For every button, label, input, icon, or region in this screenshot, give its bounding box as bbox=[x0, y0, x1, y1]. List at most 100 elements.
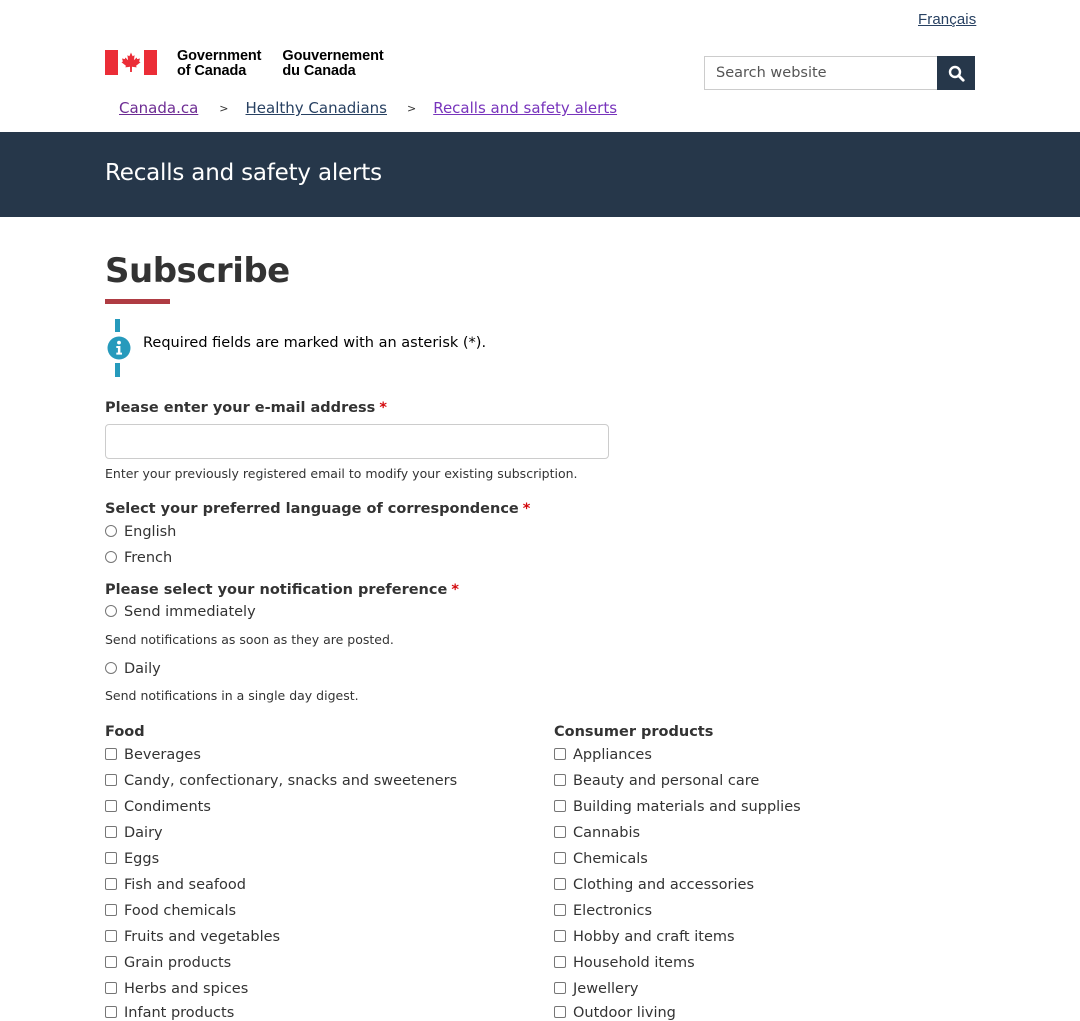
consumer-checkbox-item[interactable]: Chemicals bbox=[554, 851, 648, 867]
consumer-checkbox-item[interactable]: Appliances bbox=[554, 747, 652, 763]
section-banner: Recalls and safety alerts bbox=[0, 132, 1080, 217]
consumer-checkbox-item[interactable]: Hobby and craft items bbox=[554, 929, 735, 945]
checkbox[interactable] bbox=[554, 982, 566, 994]
radio-button[interactable] bbox=[105, 662, 117, 674]
breadcrumb-link-recalls[interactable]: Recalls and safety alerts bbox=[433, 99, 617, 117]
consumer-checkbox-item[interactable]: Building materials and supplies bbox=[554, 799, 801, 815]
banner-title: Recalls and safety alerts bbox=[105, 160, 382, 186]
checkbox[interactable] bbox=[554, 800, 566, 812]
radio-button[interactable] bbox=[105, 605, 117, 617]
checkbox-label: Herbs and spices bbox=[124, 981, 249, 997]
checkbox[interactable] bbox=[105, 1006, 117, 1018]
food-checkbox-item[interactable]: Fruits and vegetables bbox=[105, 929, 280, 945]
brand-text-french: Gouvernement du Canada bbox=[282, 49, 383, 78]
email-help-text: Enter your previously registered email t… bbox=[105, 466, 578, 481]
option-label: English bbox=[124, 524, 177, 540]
checkbox[interactable] bbox=[105, 748, 117, 760]
checkbox[interactable] bbox=[554, 1006, 566, 1018]
checkbox-label: Clothing and accessories bbox=[573, 877, 755, 893]
notification-label-text: Please select your notification preferen… bbox=[105, 582, 448, 598]
checkbox[interactable] bbox=[105, 930, 117, 942]
language-option-english[interactable]: English bbox=[105, 524, 176, 540]
consumer-checkbox-item[interactable]: Beauty and personal care bbox=[554, 773, 759, 789]
checkbox[interactable] bbox=[105, 852, 117, 864]
page-title: Subscribe bbox=[105, 251, 290, 291]
notification-option-daily[interactable]: Daily bbox=[105, 661, 161, 677]
checkbox-label: Grain products bbox=[124, 955, 232, 971]
breadcrumb-link-healthy-canadians[interactable]: Healthy Canadians bbox=[246, 99, 387, 117]
language-label: Select your preferred language of corres… bbox=[105, 501, 530, 517]
brand-en-line2: of Canada bbox=[177, 62, 247, 79]
checkbox[interactable] bbox=[554, 748, 566, 760]
checkbox-label: Building materials and supplies bbox=[573, 799, 801, 815]
checkbox-label: Eggs bbox=[124, 851, 160, 867]
food-checkbox-item[interactable]: Condiments bbox=[105, 799, 211, 815]
brand-fr-line2: du Canada bbox=[282, 62, 356, 79]
checkbox-label: Cannabis bbox=[573, 825, 641, 841]
consumer-checkbox-item[interactable]: Outdoor living bbox=[554, 1005, 676, 1021]
search-icon bbox=[948, 65, 965, 82]
checkbox[interactable] bbox=[554, 904, 566, 916]
info-message: Required fields are marked with an aster… bbox=[143, 335, 487, 351]
food-checkbox-item[interactable]: Eggs bbox=[105, 851, 159, 867]
checkbox[interactable] bbox=[105, 800, 117, 812]
checkbox-label: Condiments bbox=[124, 799, 211, 815]
food-heading: Food bbox=[105, 724, 145, 740]
food-checkbox-item[interactable]: Herbs and spices bbox=[105, 981, 248, 997]
brand-en-line1: Government bbox=[177, 48, 262, 64]
required-mark: * bbox=[451, 582, 459, 598]
food-checkbox-item[interactable]: Dairy bbox=[105, 825, 163, 841]
consumer-checkbox-item[interactable]: Jewellery bbox=[554, 981, 639, 997]
checkbox[interactable] bbox=[105, 904, 117, 916]
checkbox[interactable] bbox=[554, 956, 566, 968]
email-label-text: Please enter your e-mail address bbox=[105, 400, 376, 416]
search-button[interactable] bbox=[937, 56, 975, 90]
checkbox-label: Appliances bbox=[573, 747, 652, 763]
canada-flag-icon bbox=[105, 50, 157, 75]
language-option-french[interactable]: French bbox=[105, 550, 172, 566]
checkbox-label: Beauty and personal care bbox=[573, 773, 760, 789]
food-checkbox-item[interactable]: Infant products bbox=[105, 1005, 234, 1021]
consumer-checkbox-item[interactable]: Electronics bbox=[554, 903, 652, 919]
breadcrumb-link-canada[interactable]: Canada.ca bbox=[119, 99, 198, 117]
food-checkbox-item[interactable]: Grain products bbox=[105, 955, 231, 971]
government-of-canada-logo[interactable]: Government of Canada Gouvernement du Can… bbox=[105, 48, 384, 79]
search-input[interactable] bbox=[704, 56, 938, 90]
language-toggle-link[interactable]: Français bbox=[918, 11, 976, 28]
food-checkbox-item[interactable]: Fish and seafood bbox=[105, 877, 246, 893]
language-label-text: Select your preferred language of corres… bbox=[105, 501, 519, 517]
notification-option-immediately[interactable]: Send immediately bbox=[105, 604, 256, 620]
checkbox[interactable] bbox=[105, 878, 117, 890]
radio-button[interactable] bbox=[105, 551, 117, 563]
checkbox[interactable] bbox=[554, 852, 566, 864]
checkbox-label: Hobby and craft items bbox=[573, 929, 735, 945]
email-label: Please enter your e-mail address * bbox=[105, 400, 387, 416]
option-label: Daily bbox=[124, 661, 161, 677]
notification-label: Please select your notification preferen… bbox=[105, 582, 459, 598]
food-checkbox-item[interactable]: Food chemicals bbox=[105, 903, 236, 919]
consumer-checkbox-item[interactable]: Clothing and accessories bbox=[554, 877, 754, 893]
info-accent-bar bbox=[115, 319, 120, 332]
checkbox[interactable] bbox=[554, 930, 566, 942]
site-search bbox=[704, 56, 975, 90]
checkbox[interactable] bbox=[554, 774, 566, 786]
checkbox[interactable] bbox=[105, 982, 117, 994]
consumer-checkbox-item[interactable]: Household items bbox=[554, 955, 695, 971]
checkbox[interactable] bbox=[105, 956, 117, 968]
checkbox-label: Beverages bbox=[124, 747, 201, 763]
checkbox[interactable] bbox=[554, 826, 566, 838]
required-mark: * bbox=[522, 501, 531, 517]
food-checkbox-item[interactable]: Candy, confectionary, snacks and sweeten… bbox=[105, 773, 457, 789]
checkbox[interactable] bbox=[554, 878, 566, 890]
email-field[interactable] bbox=[105, 424, 609, 459]
consumer-products-heading: Consumer products bbox=[554, 724, 714, 740]
checkbox-label: Food chemicals bbox=[124, 903, 237, 919]
checkbox[interactable] bbox=[105, 774, 117, 786]
required-mark: * bbox=[379, 400, 387, 416]
checkbox-label: Jewellery bbox=[573, 981, 639, 997]
breadcrumb-separator: > bbox=[219, 102, 229, 115]
consumer-checkbox-item[interactable]: Cannabis bbox=[554, 825, 640, 841]
food-checkbox-item[interactable]: Beverages bbox=[105, 747, 201, 763]
checkbox[interactable] bbox=[105, 826, 117, 838]
radio-button[interactable] bbox=[105, 525, 117, 537]
